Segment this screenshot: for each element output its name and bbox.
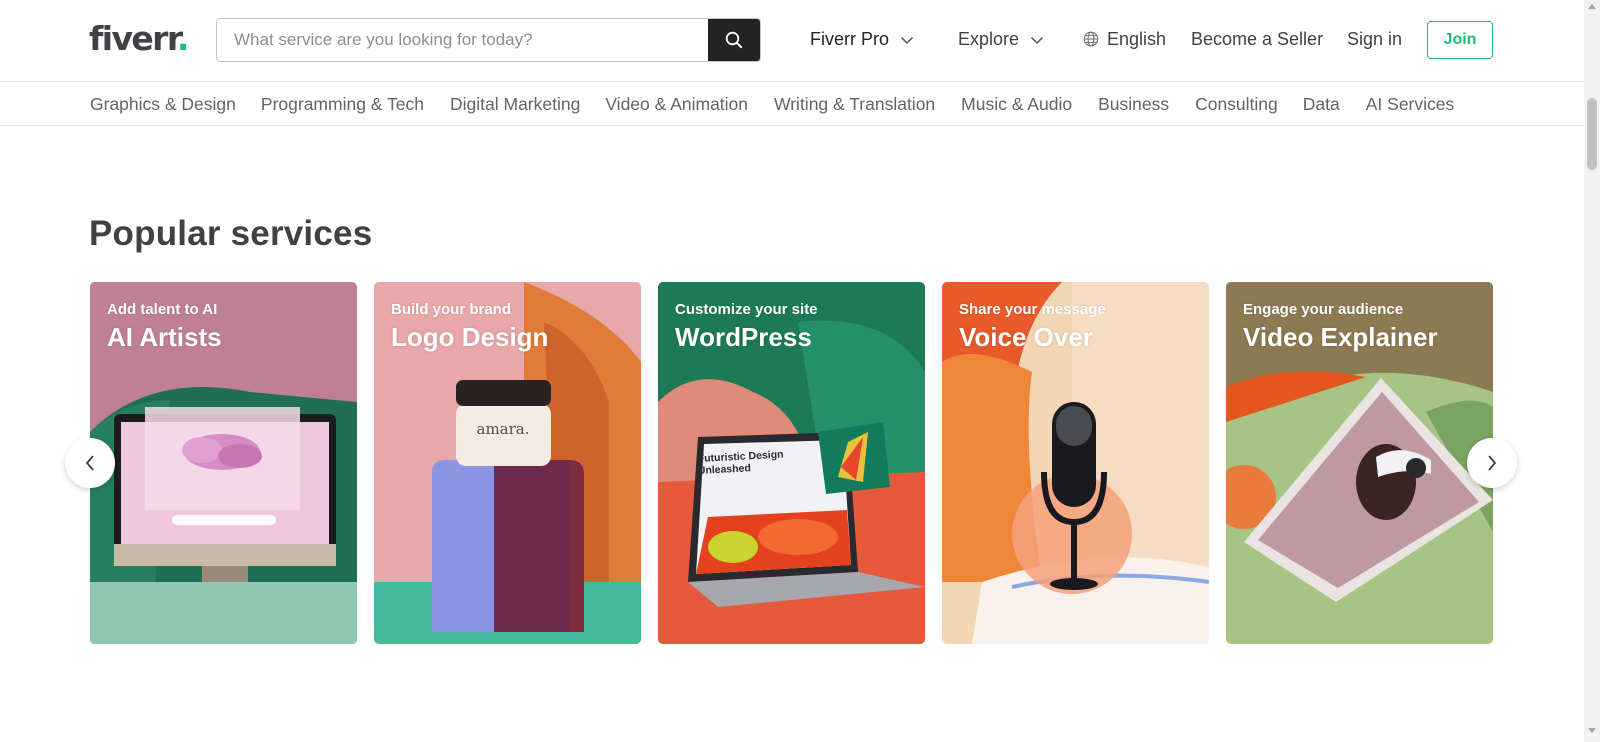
chevron-left-icon: [85, 455, 94, 471]
card-title: Voice Over: [959, 322, 1093, 352]
service-card-wordpress[interactable]: Futuristic Design Unleashed Customize yo…: [658, 282, 925, 644]
card-title: Video Explainer: [1243, 322, 1438, 352]
chevron-right-icon: [1488, 455, 1497, 471]
carousel-prev-button[interactable]: [65, 438, 115, 488]
card-subtitle: Add talent to AI: [107, 301, 218, 318]
category-graphics-design[interactable]: Graphics & Design: [90, 93, 236, 115]
category-ai-services[interactable]: AI Services: [1366, 93, 1455, 115]
carousel-next-button[interactable]: [1467, 438, 1517, 488]
service-card-logo-design[interactable]: amara. Build your brand Logo Design: [374, 282, 641, 644]
category-programming-tech[interactable]: Programming & Tech: [261, 93, 424, 115]
become-seller-link[interactable]: Become a Seller: [1191, 27, 1323, 51]
card-subtitle: Engage your audience: [1243, 301, 1404, 318]
card-title: Logo Design: [391, 322, 549, 352]
scroll-thumb[interactable]: [1587, 98, 1597, 170]
globe-icon: [1083, 31, 1099, 47]
jar-label: amara.: [477, 420, 530, 438]
chevron-down-icon: [900, 36, 914, 44]
fiverr-pro-menu[interactable]: Fiverr Pro: [810, 27, 914, 51]
site-header: fiverr. Fiverr Pro Explore English Becom…: [0, 0, 1584, 82]
category-digital-marketing[interactable]: Digital Marketing: [450, 93, 580, 115]
chevron-down-icon: [1030, 36, 1044, 44]
category-menu: Graphics & Design Programming & Tech Dig…: [0, 82, 1584, 126]
section-title: Popular services: [89, 214, 373, 253]
join-button[interactable]: Join: [1427, 21, 1493, 59]
search-button[interactable]: [708, 19, 760, 61]
scroll-down-arrow-icon[interactable]: [1588, 728, 1596, 733]
category-music-audio[interactable]: Music & Audio: [961, 93, 1072, 115]
service-card-ai-artists[interactable]: Add talent to AI AI Artists: [90, 282, 357, 644]
card-subtitle: Share your message: [959, 301, 1106, 318]
service-card-voice-over[interactable]: Share your message Voice Over: [942, 282, 1209, 644]
search-icon: [725, 31, 743, 49]
page-scrollbar[interactable]: [1584, 0, 1600, 742]
fiverr-logo[interactable]: fiverr.: [89, 18, 189, 60]
search-input[interactable]: [217, 19, 708, 61]
category-video-animation[interactable]: Video & Animation: [605, 93, 748, 115]
search-bar: [216, 18, 761, 62]
scroll-up-arrow-icon[interactable]: [1588, 4, 1596, 9]
language-selector[interactable]: English: [1083, 27, 1166, 51]
category-data[interactable]: Data: [1303, 93, 1340, 115]
card-subtitle: Customize your site: [675, 301, 818, 318]
category-business[interactable]: Business: [1098, 93, 1169, 115]
card-title: WordPress: [675, 322, 812, 352]
card-title: AI Artists: [107, 322, 222, 352]
popular-services-carousel: Add talent to AI AI Artists amara. Build…: [90, 282, 1493, 644]
service-card-video-explainer[interactable]: Engage your audience Video Explainer: [1226, 282, 1493, 644]
card-subtitle: Build your brand: [391, 301, 511, 318]
explore-menu[interactable]: Explore: [958, 27, 1044, 51]
category-consulting[interactable]: Consulting: [1195, 93, 1278, 115]
sign-in-link[interactable]: Sign in: [1347, 27, 1402, 51]
category-writing-translation[interactable]: Writing & Translation: [774, 93, 935, 115]
